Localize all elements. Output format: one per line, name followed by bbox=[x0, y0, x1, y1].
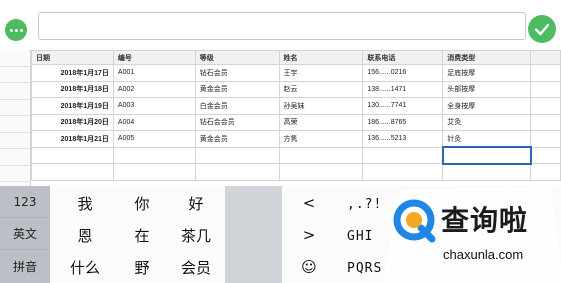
cell-empty[interactable] bbox=[112, 146, 196, 164]
cell-empty[interactable] bbox=[31, 146, 114, 164]
candidate-panel: 我 你 好 恩 在 茶几 什么 野 会员 bbox=[50, 186, 225, 283]
cell-consumption-type[interactable]: 艾灸 bbox=[442, 113, 532, 131]
chevron-right-icon[interactable]: > bbox=[294, 224, 324, 246]
t9-key-punctuation[interactable]: ,.?! bbox=[347, 197, 382, 212]
t9-key-pqrs[interactable]: PQRS bbox=[347, 261, 382, 276]
cell-phone[interactable]: 156......0216 bbox=[362, 64, 444, 82]
cell-empty[interactable] bbox=[530, 80, 561, 98]
cell-id[interactable]: A003 bbox=[112, 97, 196, 115]
candidate-key[interactable]: 茶几 bbox=[172, 224, 220, 246]
column-header-empty[interactable] bbox=[530, 50, 561, 65]
cell-empty[interactable] bbox=[530, 163, 561, 181]
cell-id[interactable]: A002 bbox=[112, 80, 196, 98]
more-dots-icon[interactable] bbox=[5, 19, 27, 41]
candidate-key[interactable]: 野 bbox=[122, 256, 162, 278]
candidate-key[interactable]: 你 bbox=[122, 192, 162, 214]
data-table: 日期 编号 等级 姓名 联系电话 消费类型 2018年1月17日 A001 钻石… bbox=[31, 50, 561, 181]
cell-empty[interactable] bbox=[442, 163, 532, 181]
cell-id[interactable]: A001 bbox=[112, 64, 196, 82]
cell-empty[interactable] bbox=[278, 163, 364, 181]
t9-key-ghi[interactable]: GHI bbox=[347, 229, 373, 244]
candidate-key[interactable]: 我 bbox=[65, 192, 105, 214]
cell-name[interactable]: 王宇 bbox=[278, 64, 364, 82]
formula-bar bbox=[0, 0, 561, 44]
table-row: 2018年1月18日 A002 黄金会员 赵云 138......1471 头部… bbox=[31, 80, 561, 98]
cell-empty[interactable] bbox=[530, 113, 561, 131]
search-logo-icon bbox=[393, 199, 436, 243]
cell-empty[interactable] bbox=[530, 97, 561, 115]
cell-empty[interactable] bbox=[530, 130, 561, 148]
cell-empty[interactable] bbox=[278, 146, 364, 164]
watermark: 查询啦 chaxunla.com bbox=[383, 187, 561, 283]
cell-empty[interactable] bbox=[362, 146, 444, 164]
cell-phone[interactable]: 136......5213 bbox=[362, 130, 444, 148]
candidate-key[interactable]: 好 bbox=[176, 192, 216, 214]
cell-level[interactable]: 黄金会员 bbox=[194, 130, 280, 148]
cell-empty[interactable] bbox=[31, 163, 114, 181]
cell-level[interactable]: 黄金会员 bbox=[194, 80, 280, 98]
column-header-date[interactable]: 日期 bbox=[31, 50, 114, 65]
cell-phone[interactable]: 186......8765 bbox=[362, 113, 444, 131]
column-header-consumption-type[interactable]: 消费类型 bbox=[442, 50, 532, 65]
mode-key-numbers[interactable]: 123 bbox=[0, 186, 50, 218]
cell-empty[interactable] bbox=[362, 163, 444, 181]
candidate-key[interactable]: 在 bbox=[122, 224, 162, 246]
nav-panel: < > ☺ bbox=[282, 186, 337, 283]
cell-name[interactable]: 高荣 bbox=[278, 113, 364, 131]
checkmark-icon[interactable] bbox=[528, 15, 556, 43]
row-header-column bbox=[0, 50, 31, 188]
column-header-name[interactable]: 姓名 bbox=[278, 50, 364, 65]
candidate-key[interactable]: 什么 bbox=[60, 256, 110, 278]
cell-level[interactable]: 白金会员 bbox=[194, 97, 280, 115]
cell-phone[interactable]: 138......1471 bbox=[362, 80, 444, 98]
column-header-phone[interactable]: 联系电话 bbox=[362, 50, 444, 65]
cell-consumption-type[interactable]: 针灸 bbox=[442, 130, 532, 148]
candidate-key[interactable]: 恩 bbox=[65, 224, 105, 246]
cell-name[interactable]: 孙吴妹 bbox=[278, 97, 364, 115]
cell-date[interactable]: 2018年1月19日 bbox=[31, 97, 114, 115]
emoji-icon[interactable]: ☺ bbox=[294, 256, 324, 278]
cell-name[interactable]: 赵云 bbox=[278, 80, 364, 98]
cell-empty[interactable] bbox=[194, 146, 280, 164]
table-row: 2018年1月21日 A005 黄金会员 方隽 136......5213 针灸 bbox=[31, 130, 561, 148]
cell-empty[interactable] bbox=[530, 146, 561, 164]
mode-key-pinyin[interactable]: 拼音 bbox=[0, 250, 50, 283]
table-header-row: 日期 编号 等级 姓名 联系电话 消费类型 bbox=[31, 50, 561, 65]
table-row: 2018年1月19日 A003 白金会员 孙吴妹 130......7741 全… bbox=[31, 97, 561, 115]
cell-name[interactable]: 方隽 bbox=[278, 130, 364, 148]
mode-key-english[interactable]: 英文 bbox=[0, 218, 50, 250]
cell-consumption-type[interactable]: 头部按摩 bbox=[442, 80, 532, 98]
cell-level[interactable]: 钻石会员 bbox=[194, 64, 280, 82]
cell-empty[interactable] bbox=[194, 163, 280, 181]
cell-level[interactable]: 钻石会会员 bbox=[194, 113, 280, 131]
spreadsheet: 日期 编号 等级 姓名 联系电话 消费类型 2018年1月17日 A001 钻石… bbox=[0, 50, 561, 188]
selected-cell[interactable] bbox=[441, 146, 532, 165]
cell-id[interactable]: A005 bbox=[112, 130, 196, 148]
cell-empty[interactable] bbox=[530, 64, 561, 82]
cell-consumption-type[interactable]: 全身按摩 bbox=[442, 97, 532, 115]
column-header-id[interactable]: 编号 bbox=[112, 50, 196, 65]
watermark-domain: chaxunla.com bbox=[443, 247, 524, 262]
column-header-level[interactable]: 等级 bbox=[194, 50, 280, 65]
cell-phone[interactable]: 130......7741 bbox=[362, 97, 444, 115]
cell-id[interactable]: A004 bbox=[112, 113, 196, 131]
cell-date[interactable]: 2018年1月17日 bbox=[31, 64, 114, 82]
cell-consumption-type[interactable]: 足底按摩 bbox=[442, 64, 532, 82]
formula-input[interactable] bbox=[38, 12, 526, 40]
table-row: 2018年1月17日 A001 钻石会员 王宇 156......0216 足底… bbox=[31, 64, 561, 82]
watermark-brand: 查询啦 bbox=[441, 204, 529, 237]
table-row bbox=[31, 146, 561, 165]
chevron-left-icon[interactable]: < bbox=[294, 192, 324, 214]
cell-date[interactable]: 2018年1月21日 bbox=[31, 130, 114, 148]
cell-empty[interactable] bbox=[112, 163, 196, 181]
table-row bbox=[31, 163, 561, 181]
cell-date[interactable]: 2018年1月18日 bbox=[31, 80, 114, 98]
table-row: 2018年1月20日 A004 钻石会会员 高荣 186......8765 艾… bbox=[31, 113, 561, 131]
candidate-key[interactable]: 会员 bbox=[172, 256, 220, 278]
cell-date[interactable]: 2018年1月20日 bbox=[31, 113, 114, 131]
